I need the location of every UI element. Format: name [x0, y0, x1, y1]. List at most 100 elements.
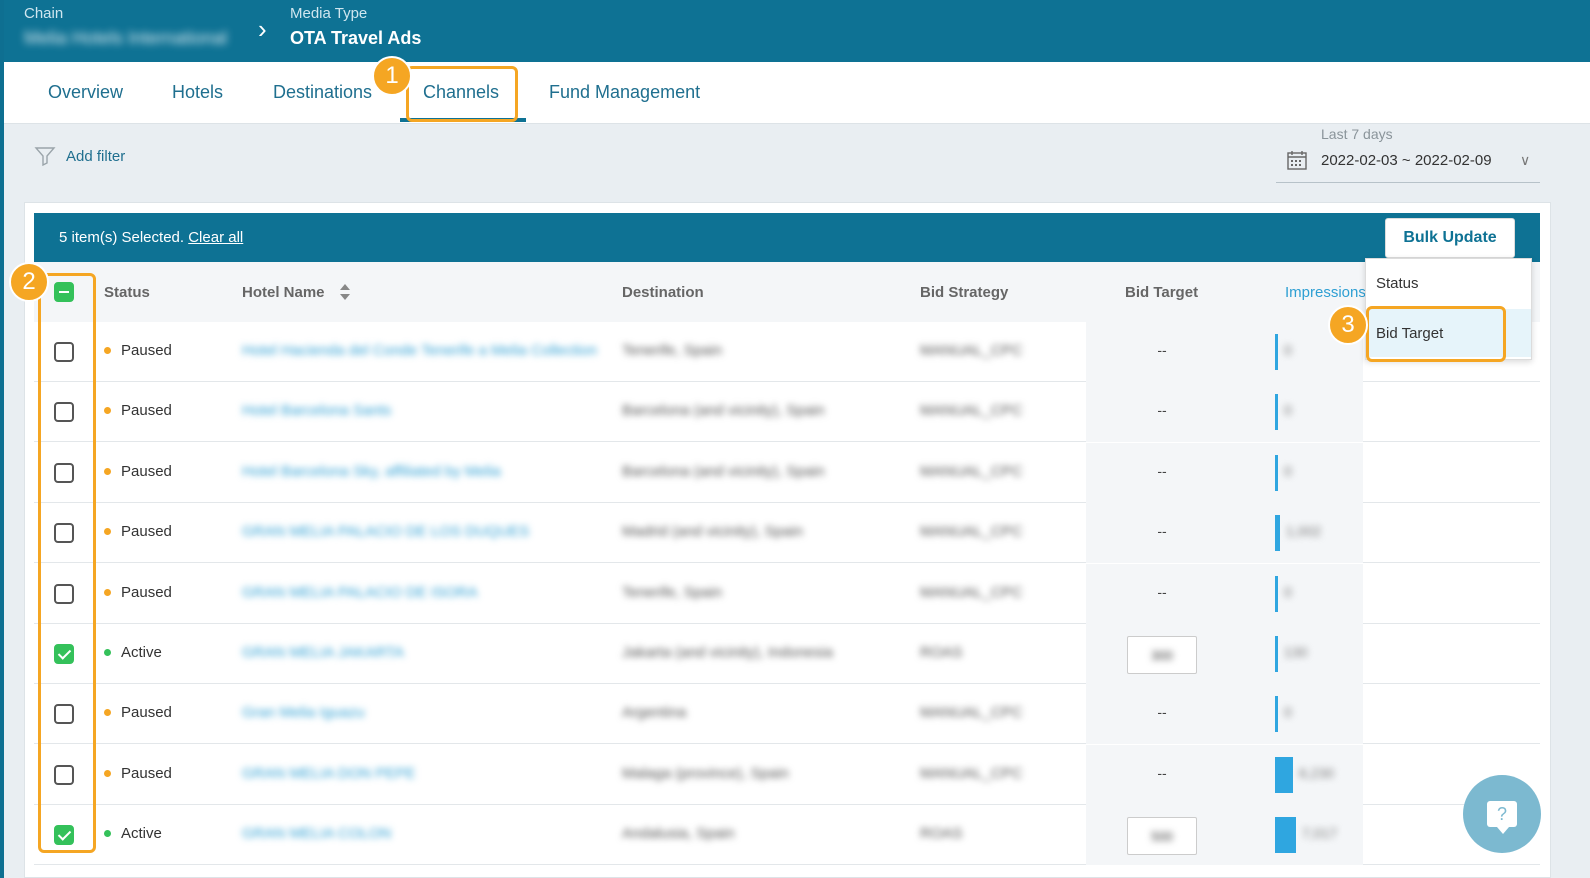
bid-target-cell: -- [1157, 523, 1167, 540]
date-range-label: Last 7 days [1321, 126, 1393, 142]
hotel-name-link[interactable]: Hotel Hacienda del Conde Tenerife a Meli… [242, 342, 597, 359]
highlight-checkbox-column [38, 273, 96, 853]
bid-target-value: 500 [1151, 828, 1173, 844]
menu-item-status[interactable]: Status [1366, 259, 1531, 307]
status-cell: Active [104, 644, 162, 661]
bid-strategy-cell: MANUAL_CPC [920, 402, 1023, 420]
bid-target-cell: -- [1157, 402, 1167, 419]
status-dot-icon [104, 347, 111, 354]
table-row[interactable]: Active GRAN MELIA COLON Andalusia, Spain RO… [34, 805, 1540, 866]
bid-target-cell: -- [1157, 583, 1167, 600]
status-dot-icon [104, 830, 111, 838]
column-status[interactable]: Status [104, 284, 150, 301]
status-cell: Active [104, 825, 162, 842]
bid-target-cell: -- [1157, 342, 1167, 358]
status-text: Paused [121, 583, 172, 601]
impressions-value: 0 [1284, 342, 1292, 358]
destination-cell: Jakarta (and vicinity), Indonesia [622, 644, 833, 661]
status-cell: Paused [104, 584, 172, 601]
tab-fund-management[interactable]: Fund Management [549, 82, 700, 103]
impressions-value: 0 [1284, 402, 1292, 419]
chain-label: Chain [24, 5, 64, 22]
hotel-name-link[interactable]: GRAN MELIA PALACIO DE LOS DUQUES [242, 523, 529, 540]
sort-icon[interactable] [338, 282, 352, 302]
chain-breadcrumb[interactable]: Chain Melia Hotels International [24, 5, 227, 49]
status-cell: Paused [104, 463, 172, 480]
status-text: Paused [121, 462, 172, 480]
hotel-name-link[interactable]: GRAN MELIA JAKARTA [242, 644, 404, 661]
status-text: Paused [121, 342, 172, 359]
hotel-name-link[interactable]: Hotel Barcelona Sants [242, 402, 391, 419]
column-destination[interactable]: Destination [622, 284, 704, 301]
hotel-name-link[interactable]: Gran Melia Iguazu [242, 704, 365, 721]
table-row[interactable]: Paused Hotel Barcelona Sants Barcelona (an… [34, 382, 1540, 443]
date-range-picker[interactable]: Last 7 days 2022-02-03 ~ 2022-02-09 ∨ [1276, 124, 1540, 183]
annotation-badge-1: 1 [372, 56, 412, 96]
status-dot-icon [104, 467, 111, 475]
tab-hotels[interactable]: Hotels [172, 82, 223, 103]
impressions-bar [1275, 756, 1293, 793]
hotel-name-link[interactable]: GRAN MELIA COLON [242, 825, 391, 842]
clear-all-link[interactable]: Clear all [188, 229, 243, 246]
impressions-bar [1275, 334, 1278, 370]
destination-cell: Andalusia, Spain [622, 825, 735, 843]
bid-target-cell: -- [1157, 462, 1167, 479]
impressions-bar [1275, 696, 1278, 733]
column-bid-strategy[interactable]: Bid Strategy [920, 284, 1008, 301]
status-dot-icon [104, 588, 111, 596]
hotel-name-link[interactable]: GRAN MELIA PALACIO DE ISORA [242, 584, 478, 601]
bulk-update-button[interactable]: Bulk Update [1385, 218, 1515, 258]
destination-cell: Argentina [622, 704, 687, 722]
status-dot-icon [104, 649, 111, 656]
bid-target-input[interactable]: 500 [1127, 817, 1197, 856]
calendar-icon [1287, 151, 1307, 170]
help-button[interactable]: ? [1463, 775, 1541, 853]
column-hotel-name[interactable]: Hotel Name [242, 284, 325, 301]
media-type-breadcrumb[interactable]: Media Type OTA Travel Ads [290, 5, 421, 49]
bid-strategy-cell: MANUAL_CPC [920, 462, 1023, 480]
table-row[interactable]: Paused Hotel Hacienda del Conde Tenerife … [34, 322, 1540, 382]
bid-strategy-cell: ROAS [920, 825, 963, 843]
table-row[interactable]: Paused GRAN MELIA PALACIO DE LOS DUQUES Ma… [34, 503, 1540, 564]
impressions-bar [1275, 454, 1278, 491]
impressions-value: 0 [1284, 704, 1292, 721]
impressions-value: 0 [1284, 583, 1292, 600]
status-text: Paused [121, 523, 172, 541]
impressions-value: 1,002 [1286, 523, 1322, 540]
impressions-value: 0 [1284, 462, 1292, 479]
impressions-value: 6,230 [1299, 764, 1335, 781]
column-impressions[interactable]: Impressions [1285, 284, 1366, 301]
table-row[interactable]: Paused Hotel Barcelona Sky, affiliated by… [34, 442, 1540, 503]
impressions-value: 7,017 [1302, 825, 1338, 842]
bid-target-cell: -- [1157, 764, 1167, 781]
status-text: Paused [121, 402, 172, 420]
tab-overview[interactable]: Overview [48, 82, 123, 103]
status-cell: Paused [104, 342, 172, 359]
media-type-label: Media Type [290, 5, 368, 22]
destination-cell: Madrid (and vicinity), Spain [622, 523, 803, 541]
impressions-bar [1275, 394, 1278, 431]
impressions-value: 130 [1284, 644, 1308, 660]
hotel-name-link[interactable]: Hotel Barcelona Sky, affiliated by Melia [242, 463, 501, 480]
filter-icon [34, 147, 56, 166]
media-type-value: OTA Travel Ads [290, 28, 422, 48]
bid-strategy-cell: ROAS [920, 644, 963, 661]
highlight-channels-tab [406, 66, 518, 122]
selection-count: 5 item(s) Selected. [59, 229, 185, 246]
table-row[interactable]: Paused GRAN MELIA DON PEPE Malaga (provinc… [34, 744, 1540, 805]
destination-cell: Barcelona (and vicinity), Spain [622, 402, 825, 420]
tab-destinations[interactable]: Destinations [273, 82, 372, 103]
status-text: Active [121, 644, 162, 661]
status-dot-icon [104, 769, 111, 777]
add-filter-button[interactable]: Add filter [34, 146, 125, 166]
chain-value: Melia Hotels International [24, 28, 228, 48]
impressions-bar [1275, 636, 1278, 672]
table-row[interactable]: Paused GRAN MELIA PALACIO DE ISORA Tenerif… [34, 563, 1540, 624]
bid-target-input[interactable]: 300 [1127, 636, 1197, 674]
column-bid-target[interactable]: Bid Target [1125, 284, 1198, 301]
hotel-name-link[interactable]: GRAN MELIA DON PEPE [242, 765, 415, 782]
table-row[interactable]: Paused Gran Melia Iguazu Argentina MANUAL_C… [34, 684, 1540, 745]
table-row[interactable]: Active GRAN MELIA JAKARTA Jakarta (and vic… [34, 624, 1540, 684]
destination-cell: Barcelona (and vicinity), Spain [622, 462, 825, 480]
selection-bar: 5 item(s) Selected. Clear all [34, 213, 1540, 262]
